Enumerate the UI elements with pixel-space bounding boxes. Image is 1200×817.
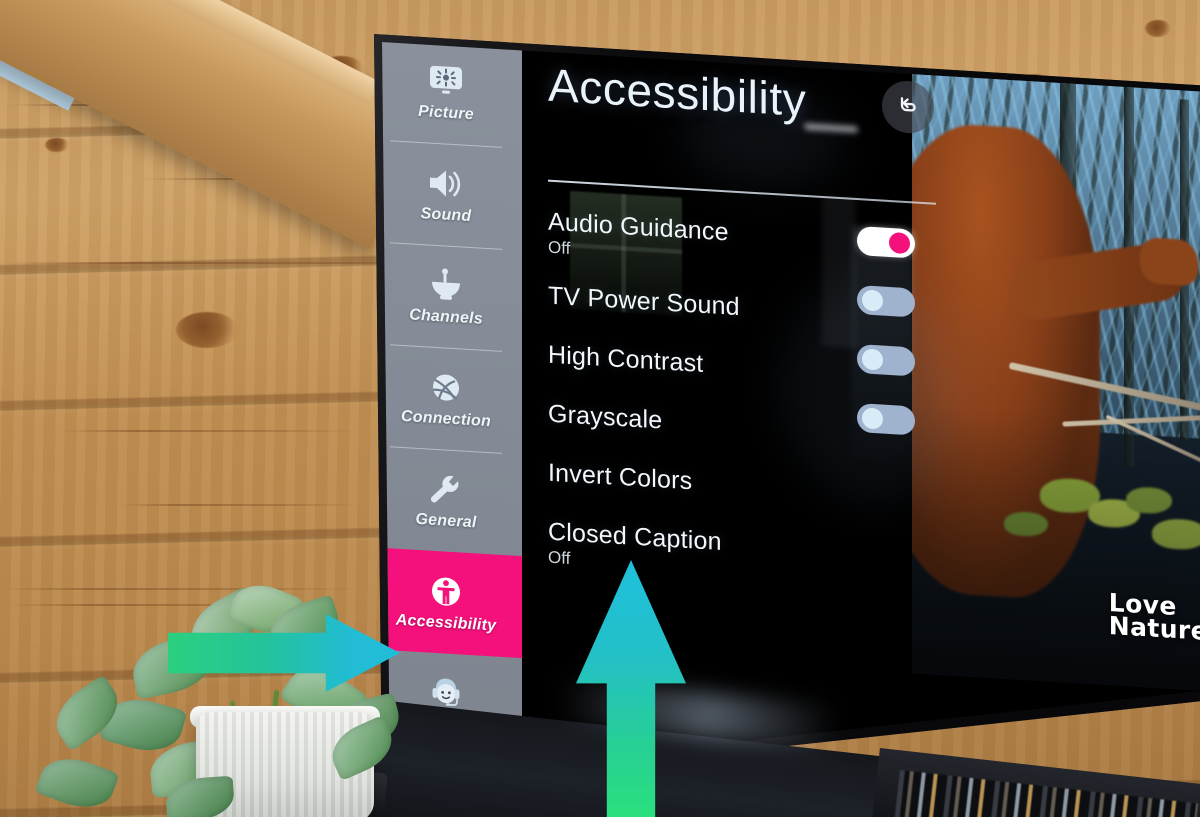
sidebar-item-label: Connection bbox=[401, 407, 491, 431]
tv-screen-content: Love Nature Picture Sound Channels Conne… bbox=[382, 42, 1200, 760]
toggle-knob bbox=[862, 348, 883, 371]
sidebar-item-label: Sound bbox=[420, 205, 472, 226]
toggle-invert-colors[interactable] bbox=[857, 403, 915, 436]
roof-beam bbox=[0, 0, 438, 249]
television: Love Nature Picture Sound Channels Conne… bbox=[374, 34, 1200, 760]
watermark-line-2: Nature bbox=[1108, 611, 1200, 646]
wrench-icon bbox=[424, 469, 468, 510]
settings-toggle-column bbox=[857, 226, 937, 467]
toggle-grayscale[interactable] bbox=[857, 344, 915, 377]
sidebar-item-label: Accessibility bbox=[395, 611, 497, 635]
sidebar-item-label: Picture bbox=[418, 102, 474, 124]
sidebar-item-sound[interactable]: Sound bbox=[382, 139, 522, 250]
channel-watermark: Love Nature bbox=[1108, 588, 1200, 646]
sidebar-item-connection[interactable]: Connection bbox=[382, 343, 522, 454]
sidebar-item-channels[interactable]: Channels bbox=[382, 241, 522, 352]
toggle-knob bbox=[862, 289, 883, 312]
back-arrow-icon bbox=[895, 91, 921, 124]
toggle-high-contrast[interactable] bbox=[857, 285, 915, 318]
toggle-tv-power-sound[interactable] bbox=[857, 226, 915, 259]
toggle-knob bbox=[862, 407, 883, 430]
network-globe-icon bbox=[424, 367, 468, 408]
sidebar-item-picture[interactable]: Picture bbox=[382, 42, 522, 148]
toggle-knob bbox=[889, 231, 910, 255]
sidebar-item-general[interactable]: General bbox=[382, 445, 522, 556]
page-title: Accessibility bbox=[548, 58, 807, 127]
sidebar-item-label: Channels bbox=[409, 306, 483, 328]
sidebar-item-label: General bbox=[415, 510, 477, 532]
tv-screen: Love Nature Picture Sound Channels Conne… bbox=[382, 42, 1200, 760]
sidebar-item-accessibility[interactable]: Accessibility bbox=[382, 547, 522, 659]
satellite-dish-icon bbox=[424, 265, 468, 306]
screenshot-scene: Love Nature Picture Sound Channels Conne… bbox=[0, 0, 1200, 817]
accessibility-icon bbox=[424, 571, 468, 612]
picture-tv-icon bbox=[424, 61, 468, 102]
speaker-icon bbox=[424, 163, 468, 204]
